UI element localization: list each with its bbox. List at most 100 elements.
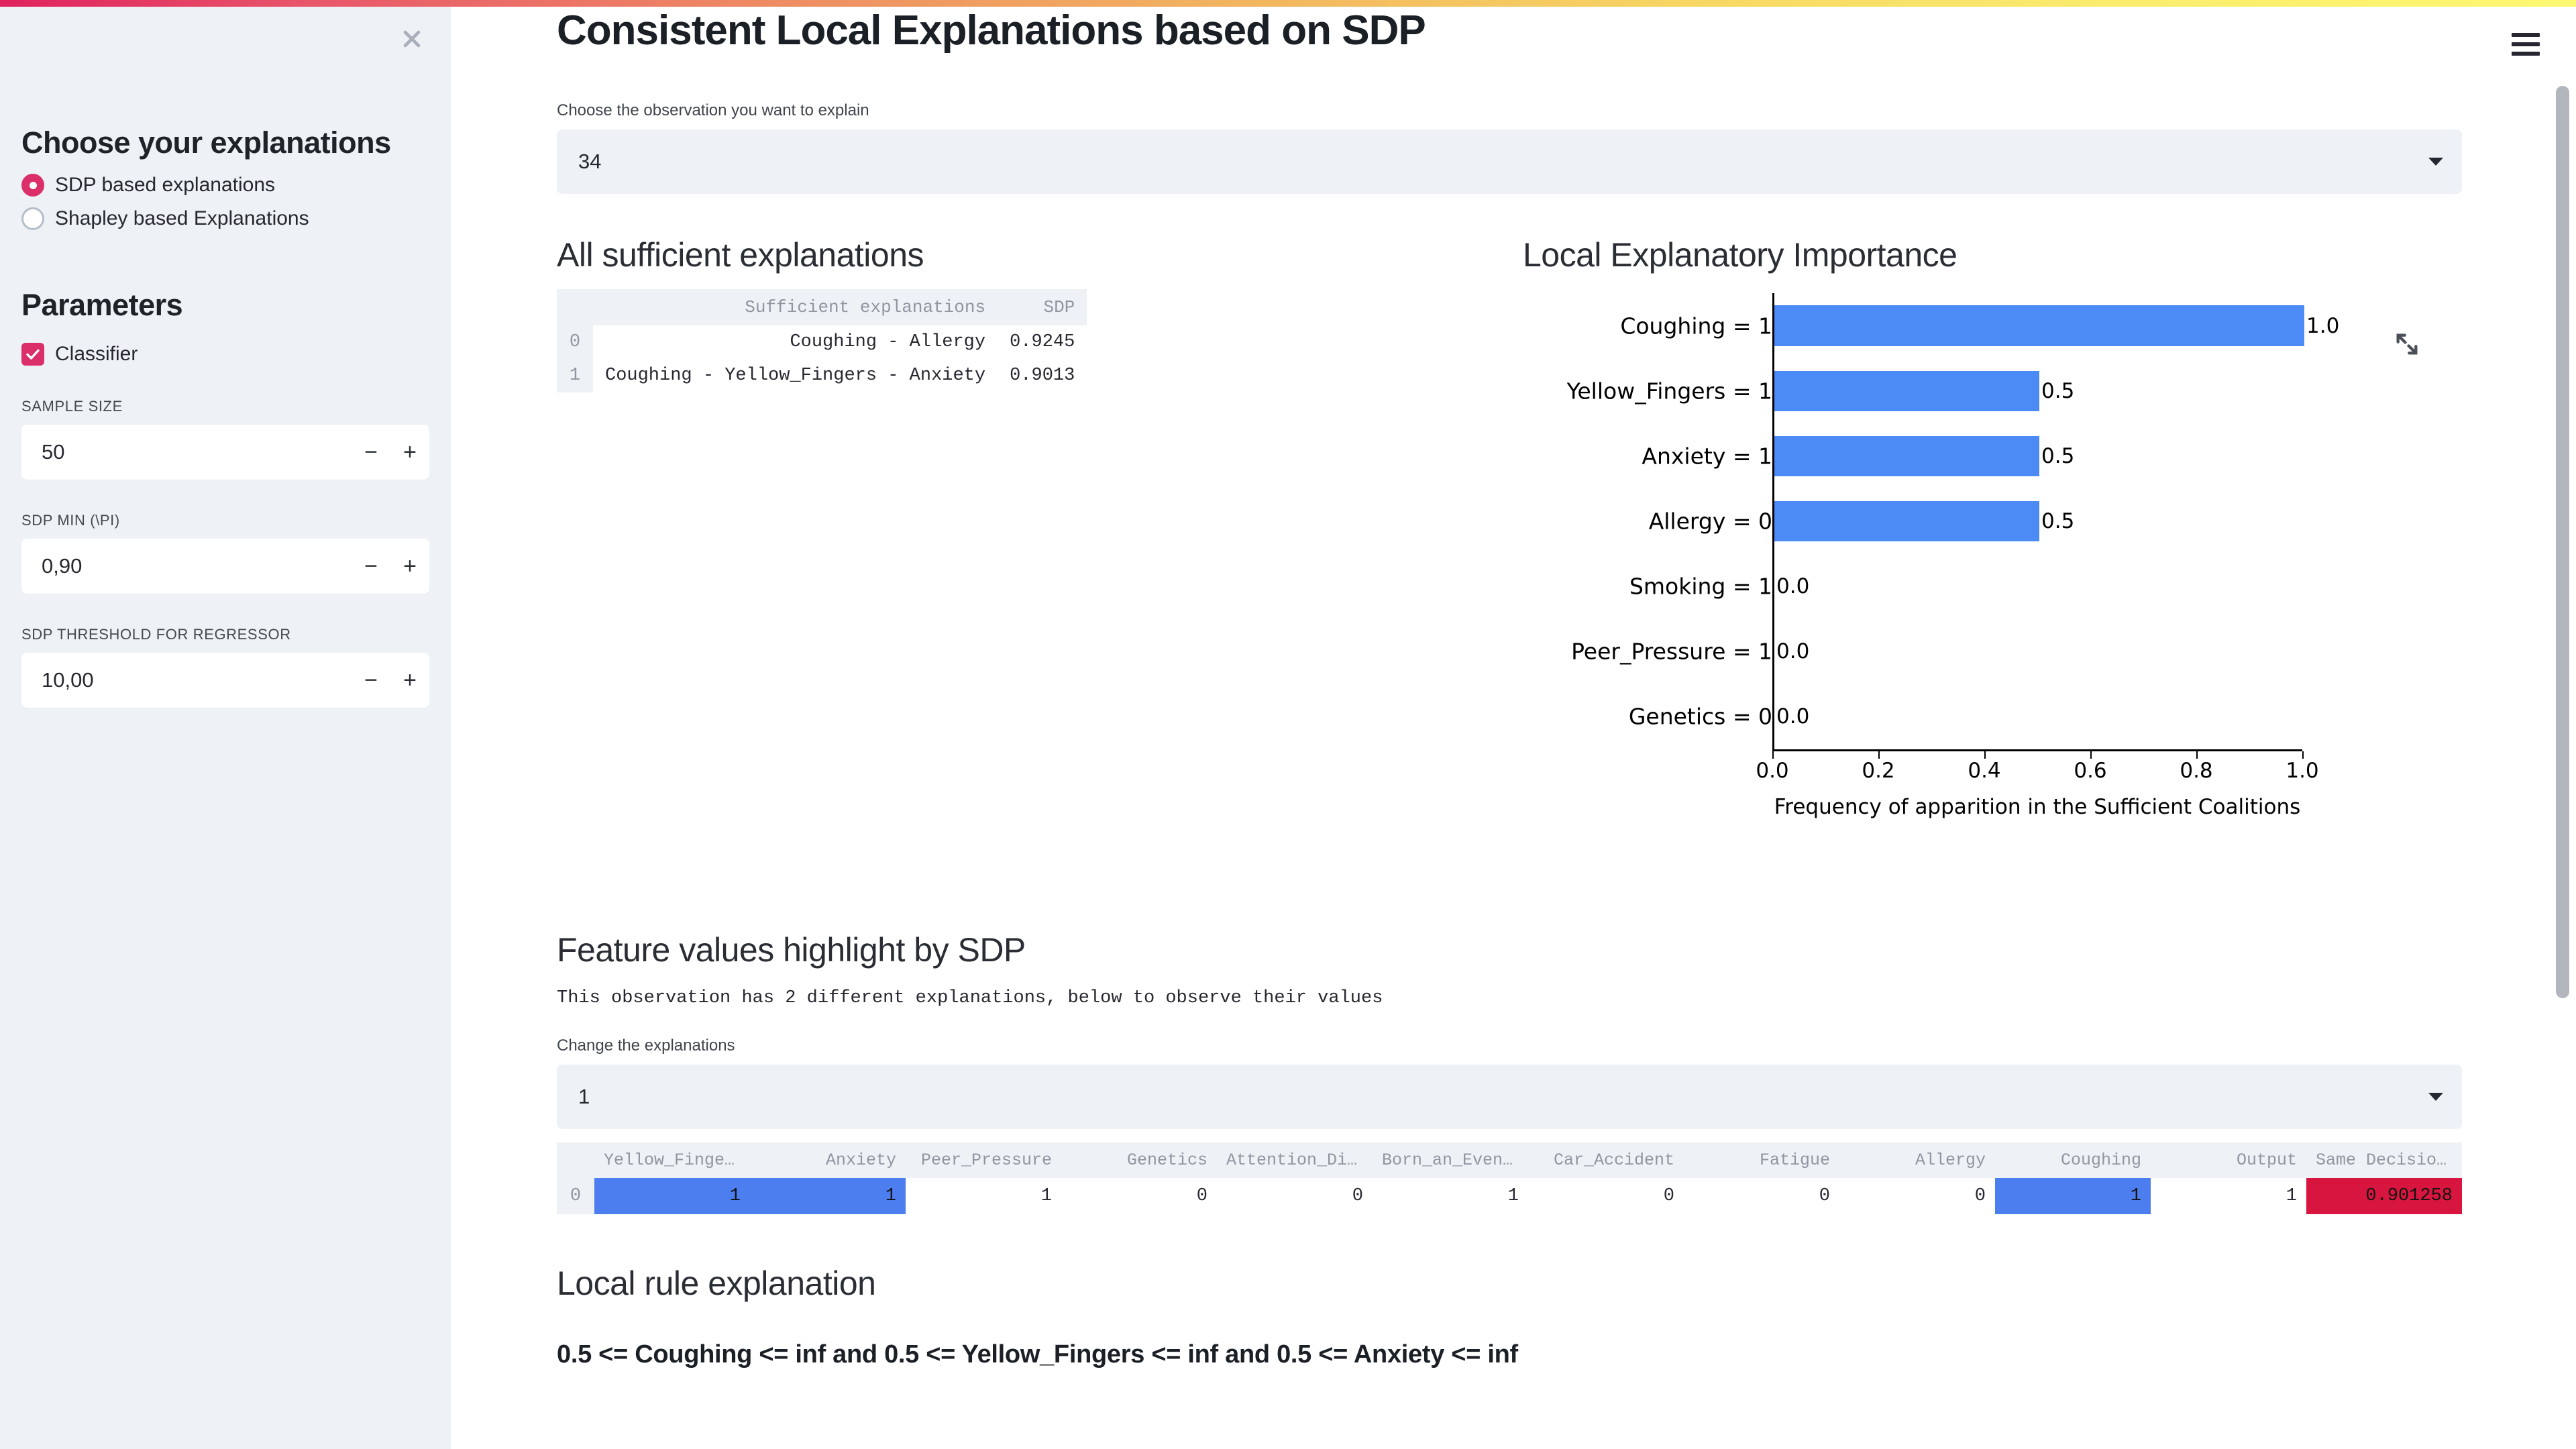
chevron-down-icon <box>2428 158 2443 166</box>
chart-x-axis-label: Frequency of apparition in the Sufficien… <box>1774 795 2301 819</box>
chart-bar-value-label: 0.5 <box>2041 378 2075 403</box>
main-content: Consistent Local Explanations based on S… <box>451 0 2576 1449</box>
local-explanatory-importance-panel: Local Explanatory Importance Coughing = … <box>1523 235 2462 890</box>
col-header-index <box>557 289 593 325</box>
sidebar: Choose your explanations SDP based expla… <box>0 0 451 1449</box>
radio-shapley-based-explanations[interactable]: Shapley based Explanations <box>21 202 429 235</box>
hamburger-menu-icon-line-3 <box>2512 52 2540 56</box>
value-sdp-min: 0,90 <box>42 554 83 578</box>
chart-bar-value-label: 0.0 <box>1776 704 1810 729</box>
col-header-fatigue: Fatigue <box>1684 1142 1839 1178</box>
col-header-attention-disorder: Attention_Disorder <box>1217 1142 1373 1178</box>
chart-x-tick-label: 0.2 <box>1862 759 1895 783</box>
label-sample-size: SAMPLE SIZE <box>21 398 123 415</box>
increment-sdp-threshold[interactable]: + <box>390 653 429 708</box>
col-header-peer-pressure: Peer_Pressure <box>906 1142 1061 1178</box>
chart-bar-value-label: 1.0 <box>2306 313 2340 338</box>
label-sdp-min: SDP MIN (\pi) <box>21 512 120 529</box>
label-sdp-threshold-regressor: SDP THRESHOLD FOR REGRESSOR <box>21 626 291 643</box>
chart-x-tick-mark <box>2302 751 2304 759</box>
increment-sdp-min[interactable]: + <box>390 539 429 594</box>
col-header-output: Output <box>2151 1142 2306 1178</box>
chart-x-tick-label: 0.4 <box>1968 759 2001 783</box>
table-row: 0 Coughing - Allergy 0.9245 <box>557 325 1087 359</box>
cell-genetics: 0 <box>1061 1178 1217 1214</box>
observation-select[interactable]: 34 <box>557 129 2462 194</box>
decrement-sdp-threshold[interactable]: − <box>352 653 390 708</box>
increment-sample-size[interactable]: + <box>390 425 429 480</box>
row-index: 0 <box>557 1178 594 1214</box>
cell-allergy: 0 <box>1839 1178 1995 1214</box>
cell-peer-pressure: 1 <box>906 1178 1061 1214</box>
decrement-sample-size[interactable]: − <box>352 425 390 480</box>
chart-x-tick-mark <box>2196 751 2198 759</box>
top-gradient-bar <box>0 0 2576 7</box>
chart-bar <box>1774 435 2039 476</box>
check-icon <box>26 349 40 360</box>
page-scrollbar[interactable] <box>2556 86 2569 998</box>
chart-x-tick-mark <box>2090 751 2092 759</box>
app-root: Choose your explanations SDP based expla… <box>0 0 2576 1449</box>
cell-fatigue: 0 <box>1684 1178 1839 1214</box>
chart-x-tick-mark <box>1878 751 1880 759</box>
row-index: 0 <box>557 325 593 359</box>
chart-bar-value-label: 0.5 <box>2041 443 2075 468</box>
table-header-row: Sufficient explanations SDP <box>557 289 1087 325</box>
row-index: 1 <box>557 359 593 392</box>
cell-yellow-fingers: 1 <box>594 1178 750 1214</box>
checkbox-classifier[interactable]: Classifier <box>21 343 429 366</box>
sufficient-explanations-table: Sufficient explanations SDP 0 Coughing -… <box>557 289 1087 392</box>
local-explanatory-importance-title: Local Explanatory Importance <box>1523 236 1957 274</box>
col-header-same-decision-probabil: Same Decision Probabil… <box>2306 1142 2462 1178</box>
chart-bar <box>1774 500 2039 542</box>
input-sdp-min[interactable]: 0,90 − + <box>21 539 429 594</box>
chart-y-tick-label: Yellow_Fingers = 1 <box>1566 378 1772 405</box>
chart-x-tick-mark <box>1984 751 1986 759</box>
chart-bar-value-label: 0.0 <box>1776 639 1810 664</box>
cell-output: 1 <box>2151 1178 2306 1214</box>
sidebar-heading-parameters: Parameters <box>21 288 183 322</box>
input-sample-size[interactable]: 50 − + <box>21 425 429 480</box>
chart-x-tick-label: 1.0 <box>2286 759 2319 783</box>
table-row: 0 1 1 1 0 0 1 0 0 0 1 1 0.901258 <box>557 1178 2462 1214</box>
chevron-down-icon <box>2428 1093 2443 1101</box>
sidebar-heading-explanations: Choose your explanations <box>21 125 391 160</box>
observation-select-label: Choose the observation you want to expla… <box>557 101 869 119</box>
decrement-sdp-min[interactable]: − <box>352 539 390 594</box>
cell-car-accident: 0 <box>1528 1178 1684 1214</box>
chart-y-tick-label: Smoking = 1 <box>1629 573 1772 600</box>
col-header-coughing: Coughing <box>1995 1142 2151 1178</box>
checkbox-indicator-classifier <box>21 343 44 366</box>
hamburger-menu-icon-line-1 <box>2512 33 2540 37</box>
chart-x-tick-label: 0.6 <box>2074 759 2107 783</box>
col-header-sdp: SDP <box>998 289 1087 325</box>
change-explanations-select[interactable]: 1 <box>557 1065 2462 1129</box>
observation-select-value: 34 <box>578 150 602 173</box>
cell-attention-disorder: 0 <box>1217 1178 1373 1214</box>
col-header-genetics: Genetics <box>1061 1142 1217 1178</box>
chart-bar <box>1774 370 2039 411</box>
value-sdp-threshold-regressor: 10,00 <box>42 668 94 692</box>
chart-y-tick-label: Genetics = 0 <box>1628 703 1772 730</box>
cell-explanation: Coughing - Allergy <box>593 325 998 359</box>
feature-values-title: Feature values highlight by SDP <box>557 931 1026 969</box>
feature-values-description: This observation has 2 different explana… <box>557 988 1383 1008</box>
chart-y-tick-label: Peer_Pressure = 1 <box>1571 638 1772 665</box>
hamburger-menu-icon-line-2 <box>2512 42 2540 46</box>
value-sample-size: 50 <box>42 440 65 464</box>
radio-label-shapley: Shapley based Explanations <box>55 207 309 229</box>
hamburger-menu-button[interactable] <box>2512 25 2549 63</box>
chart-y-tick-label: Anxiety = 1 <box>1642 443 1772 470</box>
input-sdp-threshold-regressor[interactable]: 10,00 − + <box>21 653 429 708</box>
radio-indicator-sdp <box>21 174 44 197</box>
local-rule-title: Local rule explanation <box>557 1265 876 1302</box>
local-rule-text: 0.5 <= Coughing <= inf and 0.5 <= Yellow… <box>557 1340 1518 1368</box>
checkbox-label-classifier: Classifier <box>55 343 138 365</box>
radio-sdp-based-explanations[interactable]: SDP based explanations <box>21 168 429 202</box>
chart-bar-value-label: 0.5 <box>2041 509 2075 533</box>
table-row: 1 Coughing - Yellow_Fingers - Anxiety 0.… <box>557 359 1087 392</box>
radio-label-sdp: SDP based explanations <box>55 174 276 196</box>
table-header-row: Yellow_Fingers Anxiety Peer_Pressure Geneti… <box>557 1142 2462 1178</box>
sufficient-explanations-panel: All sufficient explanations Sufficient e… <box>557 235 1523 890</box>
page-title: Consistent Local Explanations based on S… <box>557 7 1426 54</box>
